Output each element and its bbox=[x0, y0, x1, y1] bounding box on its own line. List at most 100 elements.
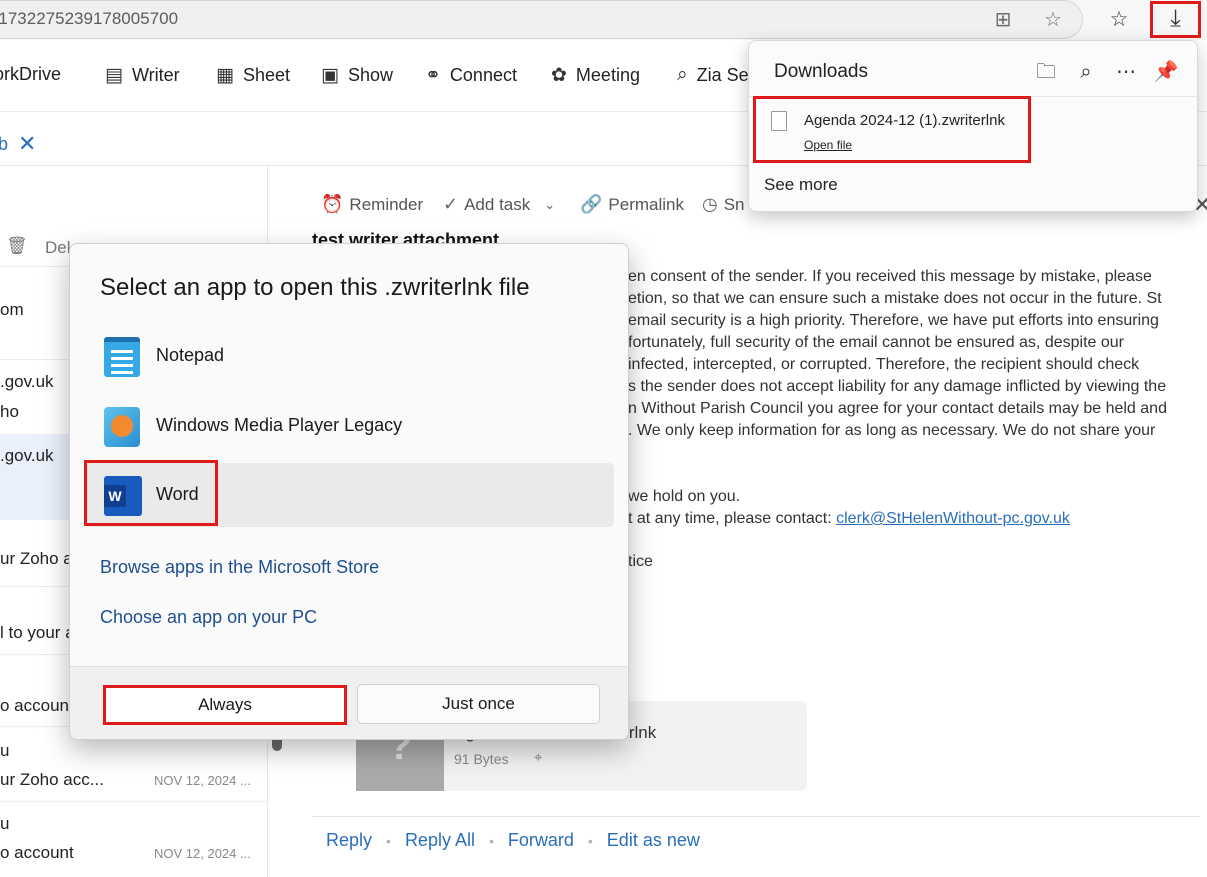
body-line: s the sender does not accept liability f… bbox=[628, 378, 1167, 395]
app-option-label: Notepad bbox=[156, 345, 225, 365]
app-label: Writer bbox=[131, 65, 180, 85]
action-label: Reminder bbox=[349, 194, 424, 214]
list-item[interactable]: l to your a bbox=[0, 623, 75, 643]
writer-icon: ▤ bbox=[105, 65, 123, 86]
contact-text: t at any time, please contact: bbox=[628, 510, 837, 527]
browser-toolbar: k/p/1732275239178005700 ⊞ ☆ ☆ ⤓ bbox=[0, 0, 1207, 40]
notepad-icon bbox=[104, 337, 140, 377]
body-line: n Without Parish Council you agree for y… bbox=[628, 400, 1167, 417]
app-show[interactable]: ▣ Show bbox=[321, 64, 393, 87]
show-icon: ▣ bbox=[321, 65, 339, 86]
meeting-icon: ✿ bbox=[551, 65, 567, 86]
app-meeting[interactable]: ✿ Meeting bbox=[551, 64, 640, 87]
app-zia-search[interactable]: ⌕ Zia Se bbox=[677, 64, 749, 86]
address-bar[interactable]: k/p/1732275239178005700 ⊞ ☆ bbox=[0, 0, 1083, 39]
app-label: Show bbox=[347, 65, 393, 85]
search-icon[interactable]: ⌕ bbox=[1073, 59, 1099, 85]
sheet-icon: ▦ bbox=[216, 65, 234, 86]
download-icon[interactable]: ⤓ bbox=[1150, 1, 1201, 38]
app-connect[interactable]: ⚭ Connect bbox=[425, 64, 517, 87]
choose-app-link[interactable]: Choose an app on your PC bbox=[100, 607, 317, 628]
body-line: we hold on you. bbox=[628, 488, 741, 505]
url-text[interactable]: k/p/1732275239178005700 bbox=[0, 9, 178, 29]
app-sheet[interactable]: ▦ Sheet bbox=[216, 64, 290, 87]
delete-icon[interactable]: 🗑 bbox=[6, 236, 28, 256]
pin-icon[interactable]: 📌 bbox=[1153, 59, 1179, 85]
mail-date: NOV 12, 2024 ... bbox=[154, 846, 251, 861]
list-item[interactable]: u bbox=[0, 741, 9, 761]
media-player-icon bbox=[104, 407, 140, 447]
divider bbox=[312, 816, 1200, 817]
body-line: fortunately, full security of the email … bbox=[628, 334, 1124, 351]
app-label: orkDrive bbox=[0, 64, 62, 84]
dialog-footer: Always Just once bbox=[70, 666, 628, 739]
more-icon[interactable]: ⋯ bbox=[1113, 59, 1139, 85]
add-task-button[interactable]: ✓ Add task ⌄ bbox=[443, 194, 561, 215]
list-item[interactable]: o account bbox=[0, 843, 74, 863]
permalink-button[interactable]: 🔗 Permalink bbox=[580, 194, 684, 215]
list-item[interactable]: om bbox=[0, 300, 24, 320]
list-item[interactable]: ho bbox=[0, 402, 19, 422]
app-option-media-player[interactable]: Windows Media Player Legacy bbox=[84, 394, 614, 458]
list-item[interactable]: .gov.uk bbox=[0, 372, 54, 392]
reply-button[interactable]: Reply bbox=[326, 830, 372, 851]
open-file-link[interactable]: Open file bbox=[804, 138, 852, 152]
app-label: Meeting bbox=[575, 65, 640, 85]
body-line: en consent of the sender. If you receive… bbox=[628, 268, 1152, 285]
app-label: Connect bbox=[449, 65, 517, 85]
body-line: infected, intercepted, or corrupted. The… bbox=[628, 356, 1140, 373]
connect-icon: ⚭ bbox=[425, 65, 441, 86]
attachment-size: 91 Bytes bbox=[454, 751, 509, 767]
app-label: Sheet bbox=[242, 65, 290, 85]
chevron-down-icon[interactable]: ⌄ bbox=[544, 197, 555, 213]
microsoft-store-link[interactable]: Browse apps in the Microsoft Store bbox=[100, 557, 379, 578]
action-label: Sn bbox=[723, 194, 745, 214]
download-file-name[interactable]: Agenda 2024-12 (1).zwriterlnk bbox=[804, 112, 1005, 129]
body-line: etion, so that we can ensure such a mist… bbox=[628, 290, 1162, 307]
app-writer[interactable]: ▤ Writer bbox=[105, 64, 180, 87]
reply-all-button[interactable]: Reply All bbox=[405, 830, 475, 851]
forward-button[interactable]: Forward bbox=[508, 830, 574, 851]
tab-label[interactable]: b bbox=[0, 134, 8, 155]
alarm-icon: ⏰ bbox=[321, 194, 344, 214]
body-line: tice bbox=[628, 553, 653, 570]
app-workdrive[interactable]: orkDrive bbox=[0, 64, 61, 85]
edit-as-new-button[interactable]: Edit as new bbox=[607, 830, 700, 851]
list-item[interactable]: ur Zoho a bbox=[0, 549, 73, 569]
separator: • bbox=[386, 832, 391, 849]
always-button[interactable]: Always bbox=[103, 685, 347, 725]
body-line: email security is a high priority. There… bbox=[628, 312, 1159, 329]
app-label: Zia Se bbox=[696, 64, 749, 85]
body-line: t at any time, please contact: clerk@StH… bbox=[628, 510, 1070, 528]
split-screen-icon[interactable]: ⊞ bbox=[991, 8, 1015, 32]
reminder-button[interactable]: ⏰ Reminder bbox=[321, 194, 423, 215]
snooze-button[interactable]: ◷ Sn bbox=[702, 194, 745, 215]
list-item[interactable]: .gov.uk bbox=[0, 446, 54, 466]
downloads-panel: Downloads 🗀 ⌕ ⋯ 📌 Agenda 2024-12 (1).zwr… bbox=[748, 40, 1198, 212]
list-item[interactable]: ur Zoho acc... bbox=[0, 770, 104, 790]
check-icon: ✓ bbox=[443, 194, 459, 214]
action-label: Permalink bbox=[608, 194, 685, 214]
reply-actions: Reply • Reply All • Forward • Edit as ne… bbox=[326, 830, 700, 851]
list-item[interactable]: o account bbox=[0, 696, 74, 716]
list-item[interactable]: u bbox=[0, 814, 9, 834]
star-icon[interactable]: ☆ bbox=[1041, 8, 1065, 32]
app-option-label: Windows Media Player Legacy bbox=[156, 415, 403, 435]
close-icon[interactable]: ✕ bbox=[18, 131, 36, 157]
see-more-link[interactable]: See more bbox=[764, 175, 838, 195]
folder-icon[interactable]: 🗀 bbox=[1033, 59, 1059, 85]
link-icon: 🔗 bbox=[580, 194, 603, 214]
dialog-title: Select an app to open this .zwriterlnk f… bbox=[100, 274, 530, 301]
divider bbox=[0, 801, 268, 802]
favorites-icon[interactable]: ☆ bbox=[1106, 7, 1132, 33]
download-item[interactable]: Agenda 2024-12 (1).zwriterlnk Open file bbox=[753, 96, 1031, 163]
downloads-title: Downloads bbox=[774, 61, 868, 82]
just-once-button[interactable]: Just once bbox=[357, 684, 600, 724]
contact-email-link[interactable]: clerk@StHelenWithout-pc.gov.uk bbox=[836, 510, 1070, 527]
app-option-notepad[interactable]: Notepad bbox=[84, 324, 614, 388]
clock-icon: ◷ bbox=[702, 194, 718, 214]
separator: • bbox=[587, 832, 593, 849]
action-label: Add task bbox=[464, 194, 531, 214]
search-icon: ⌕ bbox=[677, 64, 688, 85]
tag-icon[interactable]: ⌖ bbox=[534, 749, 542, 766]
